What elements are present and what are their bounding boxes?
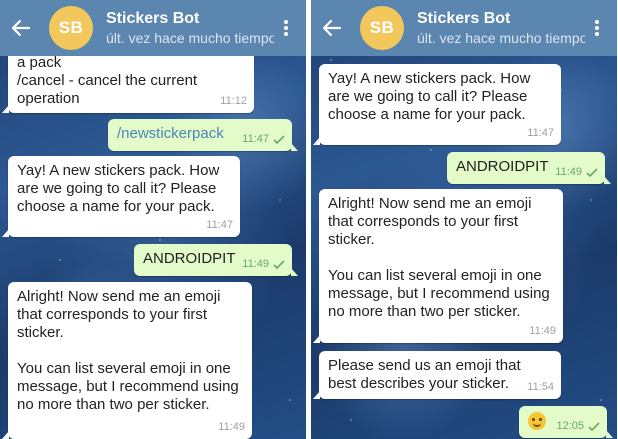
- message-bubble-incoming[interactable]: Alright! Now send me an emoji that corre…: [2, 282, 252, 439]
- chat-title: Stickers Bot: [417, 10, 511, 27]
- avatar[interactable]: SB: [49, 6, 93, 50]
- message-bubble-outgoing[interactable]: /newstickerpack 11:47: [108, 119, 298, 151]
- message-text: a pack /cancel - cancel the current oper…: [17, 54, 198, 107]
- more-options-icon[interactable]: [274, 16, 298, 40]
- more-options-icon[interactable]: [585, 16, 609, 40]
- message-bubble-incoming[interactable]: Yay! A new stickers pack. How are we goi…: [2, 156, 240, 237]
- app-bar: SB Stickers Bot últ. vez hace mucho tiem…: [311, 0, 617, 56]
- message-time: 11:49: [555, 166, 582, 178]
- message-time: 12:05: [556, 420, 584, 432]
- chat-screen-left: SB Stickers Bot últ. vez hace mucho tiem…: [0, 0, 306, 439]
- chat-title: Stickers Bot: [106, 10, 200, 27]
- check-icon: [588, 421, 600, 431]
- message-time: 11:47: [206, 219, 233, 231]
- message-time: 11:49: [218, 421, 245, 433]
- message-text: Please send us an emoji that best descri…: [328, 357, 521, 392]
- message-time: 11:12: [220, 95, 247, 107]
- message-text: Yay! A new stickers pack. How are we goi…: [328, 70, 531, 123]
- message-time: 11:47: [242, 133, 269, 145]
- check-icon: [273, 259, 285, 269]
- grinning-face-emoji-icon: [528, 412, 546, 431]
- last-seen-status: últ. vez hace mucho tiempo: [417, 30, 585, 46]
- message-text: Alright! Now send me an emoji that corre…: [328, 195, 550, 320]
- message-text: Yay! A new stickers pack. How are we goi…: [17, 162, 220, 215]
- message-time: 11:47: [527, 127, 554, 139]
- message-bubble-incoming[interactable]: a pack /cancel - cancel the current oper…: [2, 48, 254, 113]
- message-time: 11:49: [242, 258, 269, 270]
- back-arrow-icon[interactable]: [322, 18, 342, 38]
- app-bar: SB Stickers Bot últ. vez hace mucho tiem…: [0, 0, 306, 56]
- back-arrow-icon[interactable]: [11, 18, 31, 38]
- avatar[interactable]: SB: [360, 6, 404, 50]
- message-text: Alright! Now send me an emoji that corre…: [17, 288, 239, 413]
- chat-screen-right: SB Stickers Bot últ. vez hace mucho tiem…: [311, 0, 617, 439]
- message-time: 11:54: [527, 381, 554, 393]
- chat-title-block[interactable]: Stickers Bot últ. vez hace mucho tiempo: [106, 9, 274, 47]
- check-icon: [273, 134, 285, 144]
- message-time: 11:49: [529, 325, 556, 337]
- message-bubble-outgoing[interactable]: ANDROIDPIT 11:49: [447, 152, 611, 184]
- message-bubble-incoming[interactable]: Please send us an emoji that best descri…: [313, 351, 561, 399]
- message-bubble-incoming[interactable]: Yay! A new stickers pack. How are we goi…: [313, 64, 561, 145]
- message-bubble-outgoing[interactable]: ANDROIDPIT 11:49: [134, 244, 298, 276]
- last-seen-status: últ. vez hace mucho tiempo: [106, 30, 274, 46]
- check-icon: [586, 167, 598, 177]
- message-bubble-outgoing[interactable]: 12:05: [519, 406, 613, 438]
- message-bubble-incoming[interactable]: Alright! Now send me an emoji that corre…: [313, 189, 563, 343]
- chat-title-block[interactable]: Stickers Bot últ. vez hace mucho tiempo: [417, 9, 585, 47]
